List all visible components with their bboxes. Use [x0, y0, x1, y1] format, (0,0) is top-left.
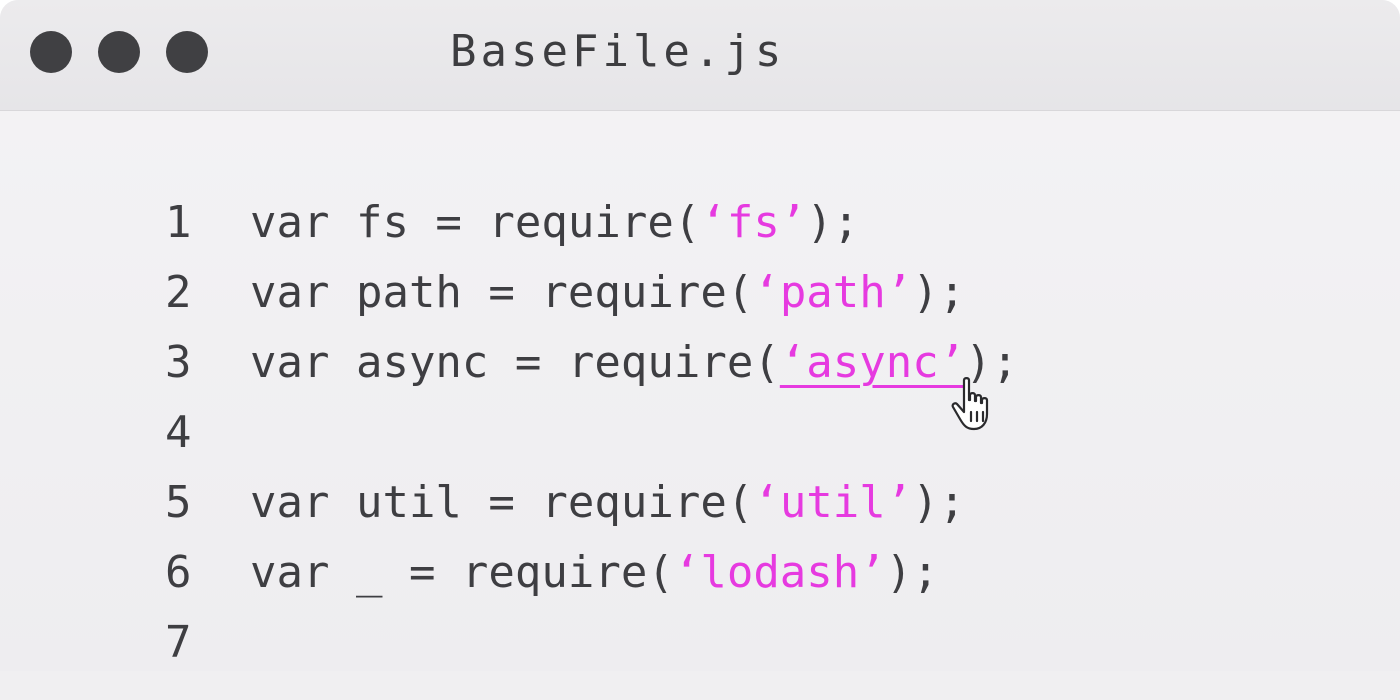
minimize-window-button[interactable]	[98, 31, 140, 73]
code-text: );	[806, 197, 860, 248]
line-number: 7	[165, 617, 192, 668]
code-text: );	[912, 267, 966, 318]
line-number: 4	[165, 407, 192, 458]
code-text: );	[885, 547, 939, 598]
code-line-7[interactable]: 7	[165, 613, 250, 673]
string-literal: ‘lodash’	[673, 547, 886, 598]
code-text: var fs = require(	[250, 197, 701, 248]
code-text: var _ = require(	[250, 547, 674, 598]
line-number: 6	[165, 547, 192, 598]
string-literal: ‘path’	[753, 267, 913, 318]
code-line-1[interactable]: 1 var fs = require(‘fs’);	[165, 193, 859, 253]
line-number: 1	[165, 197, 192, 248]
window-title: BaseFile.js	[450, 26, 786, 77]
code-line-6[interactable]: 6 var _ = require(‘lodash’);	[165, 543, 939, 603]
line-number: 3	[165, 337, 192, 388]
module-link[interactable]: ‘async’	[780, 337, 965, 388]
code-text: );	[912, 477, 966, 528]
line-number: 2	[165, 267, 192, 318]
string-literal: ‘util’	[753, 477, 913, 528]
string-literal: ‘fs’	[700, 197, 807, 248]
code-text: var async = require(	[250, 337, 780, 388]
code-line-4[interactable]: 4	[165, 403, 250, 463]
code-text: var util = require(	[250, 477, 754, 528]
hand-pointer-icon	[951, 377, 989, 431]
close-window-button[interactable]	[30, 31, 72, 73]
code-line-5[interactable]: 5 var util = require(‘util’);	[165, 473, 965, 533]
code-text: var path = require(	[250, 267, 754, 318]
code-editor[interactable]: 1 var fs = require(‘fs’); 2 var path = req…	[0, 111, 1400, 671]
code-line-2[interactable]: 2 var path = require(‘path’);	[165, 263, 965, 323]
line-number: 5	[165, 477, 192, 528]
editor-window: BaseFile.js 1 var fs = require(‘fs’); 2 va…	[0, 0, 1400, 700]
title-bar: BaseFile.js	[0, 0, 1400, 111]
maximize-window-button[interactable]	[166, 31, 208, 73]
code-line-3[interactable]: 3 var async = require(‘async’);	[165, 333, 1018, 393]
